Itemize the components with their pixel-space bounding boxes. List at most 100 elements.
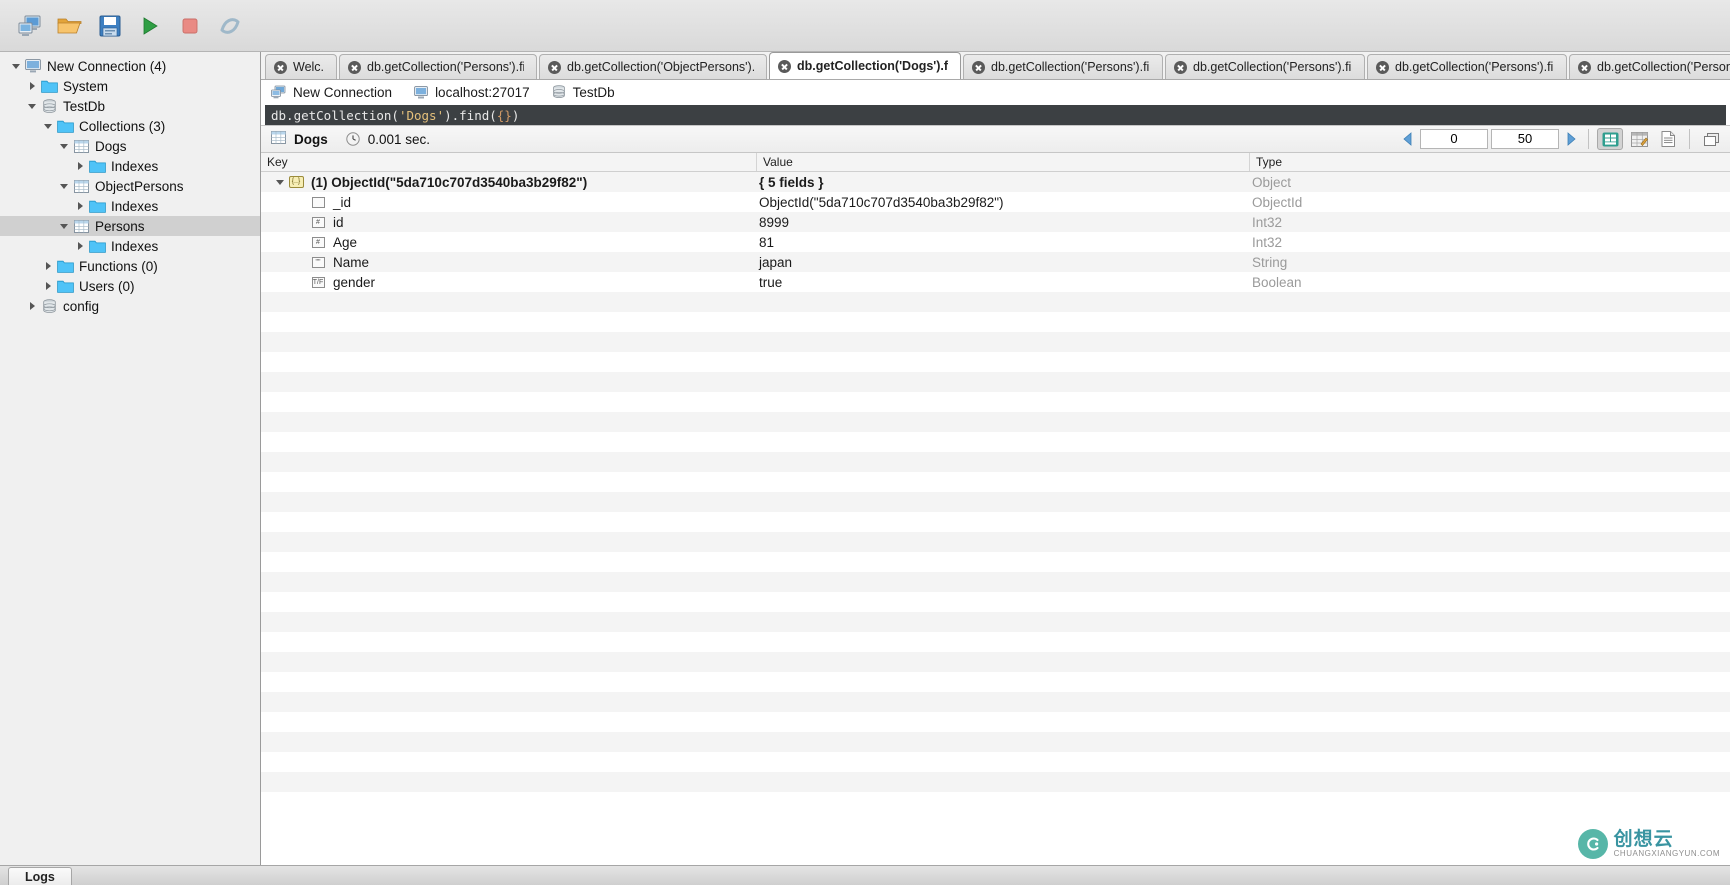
skip-input[interactable]: 0 <box>1420 129 1488 149</box>
editor-tab[interactable]: db.getCollection('Persons').fin... <box>1367 54 1567 79</box>
tree-item-config[interactable]: config <box>0 296 260 316</box>
editor-tab[interactable]: db.getCollection('Persons').fin... <box>1165 54 1365 79</box>
pagination-controls: 0 50 <box>1399 128 1724 150</box>
editor-tab[interactable]: db.getCollection('Persons').fin... <box>339 54 537 79</box>
grid-cell-key: _id <box>261 195 757 210</box>
tree-twisty-icon[interactable] <box>40 118 56 134</box>
database-tree-sidebar[interactable]: New Connection (4) System TestDb Collection… <box>0 52 261 865</box>
column-header-type[interactable]: Type <box>1250 153 1730 171</box>
text-view-button[interactable] <box>1655 128 1681 150</box>
editor-tab[interactable]: db.getCollection('ObjectPersons').fi... <box>539 54 767 79</box>
tab-strip[interactable]: Welc... db.getCollection('Persons').fin..… <box>261 52 1730 80</box>
database-tree[interactable]: New Connection (4) System TestDb Collection… <box>0 56 260 316</box>
tree-item-indexes[interactable]: Indexes <box>0 196 260 216</box>
close-icon[interactable] <box>274 60 287 74</box>
tree-item-objectpersons[interactable]: ObjectPersons <box>0 176 260 196</box>
tree-twisty-icon[interactable] <box>72 198 88 214</box>
run-play-icon[interactable] <box>130 6 170 46</box>
tree-item-new-connection-4[interactable]: New Connection (4) <box>0 56 260 76</box>
editor-tab[interactable]: db.getCollection('Persons').fin... <box>1569 54 1730 79</box>
stop-square-icon[interactable] <box>170 6 210 46</box>
tree-twisty-icon[interactable] <box>40 278 56 294</box>
editor-tab[interactable]: db.getCollection('Persons').fin... <box>963 54 1163 79</box>
save-floppy-icon[interactable] <box>90 6 130 46</box>
tree-item-persons[interactable]: Persons <box>0 216 260 236</box>
editor-tab[interactable]: Welc... <box>265 54 337 79</box>
tab-label: db.getCollection('Persons').fin... <box>1597 60 1730 74</box>
connection-info-bar: New Connection localhost:27017 TestDb <box>261 80 1730 105</box>
tree-item-indexes[interactable]: Indexes <box>0 156 260 176</box>
editor-tab-active[interactable]: db.getCollection('Dogs').fin... <box>769 52 961 79</box>
grid-cell-key: # id <box>261 215 757 230</box>
tree-twisty-icon[interactable] <box>56 178 72 194</box>
grid-row[interactable]: T/F gender true Boolean <box>261 272 1730 292</box>
tree-item-label: Indexes <box>111 158 159 174</box>
collection-grid-icon <box>271 131 286 147</box>
expand-twisty-icon[interactable] <box>273 179 287 185</box>
query-suffix: ) <box>511 107 520 123</box>
tree-item-functions-0[interactable]: Functions (0) <box>0 256 260 276</box>
refresh-icon[interactable] <box>210 6 250 46</box>
tree-twisty-icon[interactable] <box>24 98 40 114</box>
grid-empty-row <box>261 492 1730 512</box>
grid-row[interactable]: # id 8999 Int32 <box>261 212 1730 232</box>
results-collection-label: Dogs <box>294 131 328 147</box>
column-header-key[interactable]: Key <box>261 153 757 171</box>
tree-twisty-icon[interactable] <box>72 158 88 174</box>
close-icon[interactable] <box>972 60 985 74</box>
column-header-value[interactable]: Value <box>757 153 1250 171</box>
tree-twisty-icon[interactable] <box>24 298 40 314</box>
host-item: localhost:27017 <box>414 85 530 100</box>
tree-item-system[interactable]: System <box>0 76 260 96</box>
tree-twisty-icon[interactable] <box>8 58 24 74</box>
new-connection-icon[interactable] <box>10 6 50 46</box>
query-middle: ).find( <box>444 107 497 123</box>
prev-page-button[interactable] <box>1399 129 1417 149</box>
close-icon[interactable] <box>1376 60 1389 74</box>
toolbar-divider-2 <box>1689 129 1690 149</box>
grid-empty-row <box>261 552 1730 572</box>
next-page-button[interactable] <box>1562 129 1580 149</box>
database-icon <box>40 298 58 314</box>
server-icon <box>271 85 286 99</box>
tree-item-indexes[interactable]: Indexes <box>0 236 260 256</box>
tree-item-label: System <box>63 78 109 94</box>
detach-window-button[interactable] <box>1698 128 1724 150</box>
grid-empty-row <box>261 572 1730 592</box>
grid-cell-value: 81 <box>759 234 775 250</box>
number-field-icon: # <box>309 236 327 248</box>
close-icon[interactable] <box>1174 60 1187 74</box>
tree-item-testdb[interactable]: TestDb <box>0 96 260 116</box>
tree-twisty-icon[interactable] <box>40 258 56 274</box>
results-grid[interactable]: Key Value Type {..} (1) ObjectId("5da710c… <box>261 153 1730 865</box>
grid-body[interactable]: {..} (1) ObjectId("5da710c707d3540ba3b29f… <box>261 172 1730 865</box>
grid-empty-row <box>261 772 1730 792</box>
limit-input[interactable]: 50 <box>1491 129 1559 149</box>
logs-tab[interactable]: Logs <box>8 867 72 885</box>
tree-twisty-icon[interactable] <box>56 218 72 234</box>
query-editor[interactable]: db.getCollection('Dogs').find({}) <box>265 105 1726 125</box>
open-folder-icon[interactable] <box>50 6 90 46</box>
tab-label: db.getCollection('Persons').fin... <box>1395 60 1554 74</box>
grid-cell-value: japan <box>759 254 793 270</box>
collection-icon <box>72 178 90 194</box>
tree-twisty-icon[interactable] <box>72 238 88 254</box>
close-icon[interactable] <box>548 60 561 74</box>
folder-icon <box>88 238 106 254</box>
grid-row[interactable]: "" Name japan String <box>261 252 1730 272</box>
grid-row[interactable]: {..} (1) ObjectId("5da710c707d3540ba3b29f… <box>261 172 1730 192</box>
tree-twisty-icon[interactable] <box>24 78 40 94</box>
table-view-button[interactable] <box>1626 128 1652 150</box>
close-icon[interactable] <box>348 60 361 74</box>
close-icon[interactable] <box>778 59 791 73</box>
grid-row[interactable]: _id ObjectId("5da710c707d3540ba3b29f82") O… <box>261 192 1730 212</box>
grid-row[interactable]: # Age 81 Int32 <box>261 232 1730 252</box>
tree-item-collections-3[interactable]: Collections (3) <box>0 116 260 136</box>
tree-view-button[interactable] <box>1597 128 1623 150</box>
tree-item-dogs[interactable]: Dogs <box>0 136 260 156</box>
connection-name-item: New Connection <box>271 85 392 100</box>
grid-empty-row <box>261 312 1730 332</box>
tree-twisty-icon[interactable] <box>56 138 72 154</box>
tree-item-users-0[interactable]: Users (0) <box>0 276 260 296</box>
close-icon[interactable] <box>1578 60 1591 74</box>
